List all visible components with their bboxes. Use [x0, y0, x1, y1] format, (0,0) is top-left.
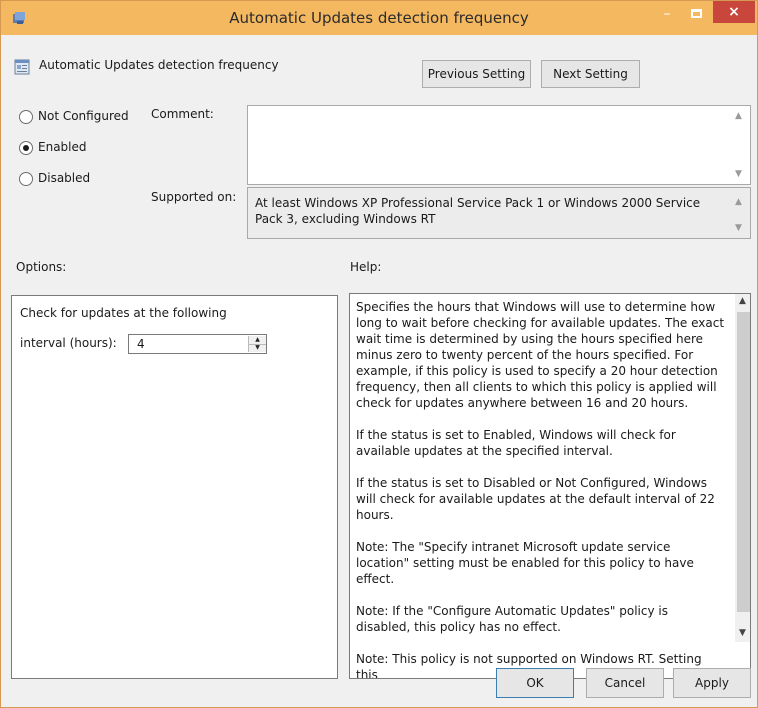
- help-panel: Specifies the hours that Windows will us…: [349, 293, 751, 679]
- supported-on-label: Supported on:: [151, 190, 237, 204]
- spin-down-icon[interactable]: ▼: [249, 344, 266, 352]
- next-setting-button[interactable]: Next Setting: [541, 60, 640, 88]
- title-bar[interactable]: Automatic Updates detection frequency – …: [1, 1, 757, 35]
- cancel-button[interactable]: Cancel: [586, 668, 664, 698]
- options-description: Check for updates at the following: [20, 306, 227, 320]
- spinner-buttons[interactable]: ▲ ▼: [248, 336, 266, 352]
- options-heading: Options:: [16, 260, 67, 274]
- policy-name: Automatic Updates detection frequency: [39, 58, 279, 72]
- radio-label: Enabled: [38, 140, 87, 154]
- radio-label: Disabled: [38, 171, 91, 185]
- radio-button[interactable]: [19, 141, 33, 155]
- options-panel: Check for updates at the following inter…: [11, 295, 338, 679]
- help-text: Specifies the hours that Windows will us…: [356, 299, 726, 678]
- ok-button[interactable]: OK: [496, 668, 574, 698]
- radio-label: Not Configured: [38, 109, 129, 123]
- policy-window-icon: [13, 12, 25, 24]
- radio-button[interactable]: [19, 172, 33, 186]
- minimize-button[interactable]: –: [654, 5, 680, 25]
- help-paragraph: If the status is set to Enabled, Windows…: [356, 428, 676, 458]
- comment-field[interactable]: ▲ ▼: [247, 105, 751, 185]
- interval-label: interval (hours):: [20, 336, 117, 350]
- window-title: Automatic Updates detection frequency: [229, 9, 529, 27]
- previous-setting-button[interactable]: Previous Setting: [422, 60, 531, 88]
- scroll-down-icon[interactable]: ▼: [735, 223, 742, 233]
- scroll-up-icon[interactable]: ▲: [735, 197, 742, 207]
- help-scrollbar[interactable]: ▲ ▼: [735, 294, 750, 642]
- interval-spinner[interactable]: 4 ▲ ▼: [128, 334, 267, 354]
- maximize-button[interactable]: [684, 5, 710, 25]
- scroll-up-icon[interactable]: ▲: [735, 111, 742, 121]
- scrollbar-thumb[interactable]: [737, 312, 750, 612]
- comment-label: Comment:: [151, 107, 214, 121]
- scroll-up-icon[interactable]: ▲: [739, 296, 746, 306]
- policy-dialog: Automatic Updates detection frequency – …: [0, 0, 758, 708]
- help-paragraph: Note: If the "Configure Automatic Update…: [356, 604, 668, 634]
- policy-setting-icon: [14, 59, 30, 75]
- maximize-icon: [691, 9, 702, 18]
- help-paragraph: If the status is set to Disabled or Not …: [356, 476, 715, 522]
- radio-button[interactable]: [19, 110, 33, 124]
- help-paragraph: Specifies the hours that Windows will us…: [356, 300, 725, 410]
- apply-button[interactable]: Apply: [673, 668, 751, 698]
- scroll-down-icon[interactable]: ▼: [739, 628, 746, 638]
- help-paragraph: Note: The "Specify intranet Microsoft up…: [356, 540, 694, 586]
- supported-on-text: At least Windows XP Professional Service…: [255, 196, 701, 226]
- supported-on-field: At least Windows XP Professional Service…: [247, 187, 751, 239]
- scroll-down-icon[interactable]: ▼: [735, 169, 742, 179]
- close-button[interactable]: ×: [713, 1, 755, 23]
- help-heading: Help:: [350, 260, 382, 274]
- interval-value[interactable]: 4: [137, 337, 145, 351]
